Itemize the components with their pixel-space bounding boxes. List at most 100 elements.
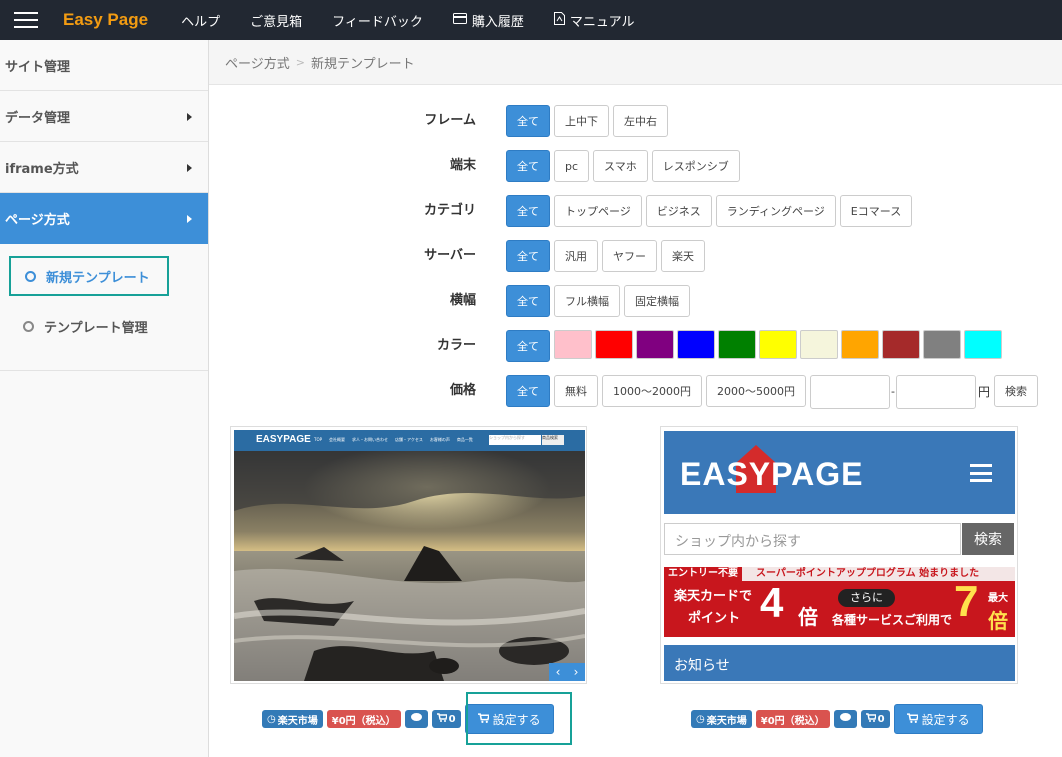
banner-point-text: ポイント: [688, 611, 741, 626]
price-search-button[interactable]: 検索: [994, 375, 1038, 407]
filter-color-all[interactable]: 全て: [506, 330, 550, 362]
color-swatch-6[interactable]: [759, 330, 797, 359]
sidebar-item-site-management[interactable]: サイト管理: [0, 40, 208, 91]
brand-logo[interactable]: Easy Page: [63, 10, 148, 30]
filter-width-full[interactable]: フル横幅: [554, 285, 620, 317]
filter-device-smartphone[interactable]: スマホ: [593, 150, 648, 182]
filter-frame-all[interactable]: 全て: [506, 105, 550, 137]
filter-width-all[interactable]: 全て: [506, 285, 550, 317]
color-swatch-5[interactable]: [718, 330, 756, 359]
clock-icon: ◷: [267, 713, 276, 725]
price-range-dash: -: [891, 385, 895, 398]
filter-price-all[interactable]: 全て: [506, 375, 550, 407]
filter-category-business[interactable]: ビジネス: [645, 195, 712, 227]
color-swatch-8[interactable]: [841, 330, 879, 359]
filter-category-all[interactable]: 全て: [506, 195, 550, 227]
price-min-input[interactable]: [810, 375, 890, 409]
cart-count: 0: [448, 713, 456, 725]
filter-price-2000-5000[interactable]: 2000〜5000円: [706, 375, 806, 407]
price-unit-label: 円: [977, 385, 990, 399]
caret-right-icon: [187, 164, 192, 172]
comment-icon: [839, 713, 851, 725]
preview-logo: EASYPAGE: [680, 456, 864, 492]
filter-category-ecommerce[interactable]: Eコマース: [839, 195, 913, 227]
nav-feedback[interactable]: フィードバック: [332, 11, 423, 30]
filter-price-1000-2000[interactable]: 1000〜2000円: [602, 375, 702, 407]
filter-frame-left-mid-right[interactable]: 左中右: [613, 105, 668, 137]
cart-badge[interactable]: 0: [431, 710, 461, 728]
filter-label-server: サーバー: [424, 248, 476, 263]
submenu-new-template[interactable]: 新規テンプレート: [9, 256, 169, 296]
preview-menu-item: 店舗・アクセス: [395, 437, 423, 442]
filter-server-all[interactable]: 全て: [506, 240, 550, 272]
nav-purchase-history[interactable]: 購入履歴: [452, 11, 524, 30]
sidebar-item-iframe-method[interactable]: iframe方式: [0, 142, 208, 193]
banner-bai-text: 倍: [798, 605, 818, 629]
nav-manual-label: マニュアル: [569, 14, 635, 30]
filter-price-free[interactable]: 無料: [554, 375, 598, 407]
filter-row-device: 端末 全て pc スマホ レスポンシブ: [400, 150, 1042, 195]
filter-category-landing-page[interactable]: ランディングページ: [715, 195, 836, 227]
submenu-template-management[interactable]: テンプレート管理: [9, 306, 169, 346]
color-swatch-7[interactable]: [800, 330, 838, 359]
color-swatch-2[interactable]: [595, 330, 633, 359]
filter-device-all[interactable]: 全て: [506, 150, 550, 182]
color-swatch-3[interactable]: [636, 330, 674, 359]
banner-card-text: 楽天カードで: [674, 589, 753, 604]
slider-next-icon[interactable]: ›: [574, 665, 579, 679]
sidebar-item-page-method[interactable]: ページ方式: [0, 193, 208, 244]
template-meta-2: ◷ 楽天市場 ¥0円（税込） 0 設定する: [691, 704, 983, 734]
nav-opinion-box[interactable]: ご意見箱: [250, 11, 302, 30]
preview-menu: TOP 会社概要 求人・お問い合わせ 店舗・アクセス お客様の声 商品一覧: [314, 437, 480, 443]
template-thumbnail-1[interactable]: EASYPAGE TOP 会社概要 求人・お問い合わせ 店舗・アクセス お客様の声 商品一…: [230, 426, 587, 684]
breadcrumb-parent[interactable]: ページ方式: [225, 53, 290, 72]
color-swatch-10[interactable]: [923, 330, 961, 359]
color-swatch-9[interactable]: [882, 330, 920, 359]
template-thumbnail-2[interactable]: EASYPAGE ショップ内から探す 検索 エントリー不要 スーパーポイントアッ…: [660, 426, 1018, 684]
preview-menu-item: TOP: [314, 437, 323, 442]
preview-search-button: 商品検索: [542, 435, 564, 445]
filter-width-fixed[interactable]: 固定横幅: [624, 285, 690, 317]
color-swatch-1[interactable]: [554, 330, 592, 359]
filter-category-top-page[interactable]: トップページ: [554, 195, 642, 227]
highlight-apply-button: [466, 692, 572, 745]
nav-help-label: ヘルプ: [181, 14, 221, 30]
filter-row-price: 価格 全て 無料 1000〜2000円 2000〜5000円 - 円 検索: [400, 375, 1042, 420]
comment-badge[interactable]: [404, 710, 428, 728]
sidebar-item-data-management[interactable]: データ管理: [0, 91, 208, 142]
apply-template-button-2[interactable]: 設定する: [893, 704, 983, 734]
color-swatch-4[interactable]: [677, 330, 715, 359]
preview-search-field: ショップ内から探す: [489, 435, 541, 445]
nav-help[interactable]: ヘルプ: [181, 11, 220, 30]
filter-frame-top-mid-bottom[interactable]: 上中下: [554, 105, 609, 137]
filter-server-general[interactable]: 汎用: [554, 240, 598, 272]
filter-row-category: カテゴリ 全て トップページ ビジネス ランディングページ Eコマース: [400, 195, 1042, 240]
banner-max-text: 最大: [988, 593, 1008, 604]
cart-count: 0: [877, 713, 885, 725]
preview-header: EASYPAGE TOP 会社概要 求人・お問い合わせ 店舗・アクセス お客様の声 商品一…: [234, 430, 585, 451]
filter-row-server: サーバー 全て 汎用 ヤフー 楽天: [400, 240, 1042, 285]
hamburger-menu-icon[interactable]: [14, 12, 38, 28]
cart-badge[interactable]: 0: [860, 710, 890, 728]
slider-prev-icon[interactable]: ‹: [556, 665, 561, 679]
filter-label-width: 横幅: [449, 293, 476, 308]
preview-search-field: ショップ内から探す: [664, 523, 961, 555]
slider-controls: ‹ ›: [549, 663, 585, 681]
nav-opinion-label: ご意見箱: [250, 14, 303, 30]
preview-menu-item: お客様の声: [429, 437, 450, 442]
comment-badge[interactable]: [833, 710, 857, 728]
breadcrumb-separator-icon: >: [295, 55, 305, 69]
color-swatch-11[interactable]: [964, 330, 1002, 359]
caret-right-icon: [187, 215, 192, 223]
filter-row-frame: フレーム 全て 上中下 左中右: [400, 105, 1042, 150]
clock-icon: ◷: [696, 713, 705, 725]
filter-server-yahoo[interactable]: ヤフー: [602, 240, 657, 272]
price-max-input[interactable]: [895, 375, 976, 409]
filter-device-pc[interactable]: pc: [554, 150, 590, 182]
filter-device-responsive[interactable]: レスポンシブ: [651, 150, 740, 182]
filter-server-rakuten[interactable]: 楽天: [661, 240, 705, 272]
preview-banner: エントリー不要 スーパーポイントアッププログラム 始まりました 楽天カードで ポ…: [664, 567, 1015, 637]
nav-manual[interactable]: マニュアル: [553, 11, 635, 30]
shop-badge-label: 楽天市場: [706, 715, 747, 727]
hamburger-menu-icon: [970, 464, 992, 482]
